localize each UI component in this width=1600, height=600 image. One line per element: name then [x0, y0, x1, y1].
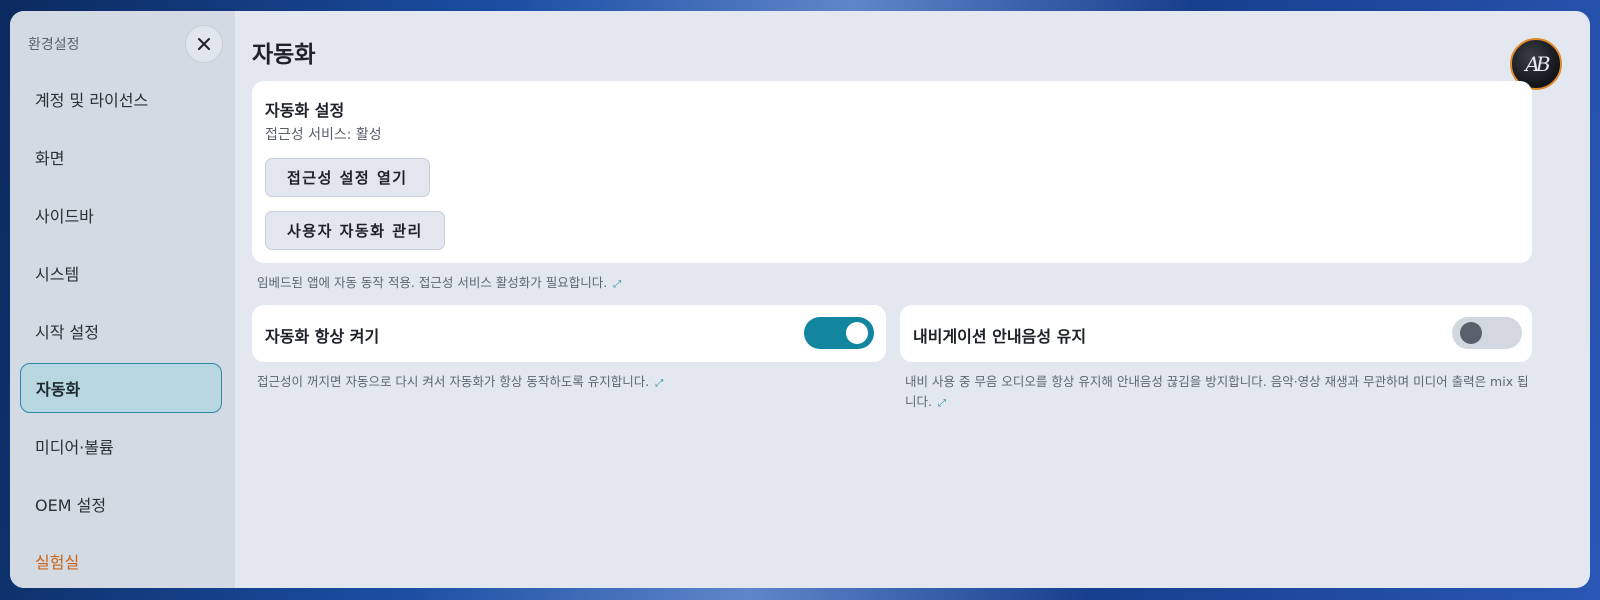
sidebar-item-automation[interactable]: 자동화 [20, 363, 222, 413]
always-on-hint: 접근성이 꺼지면 자동으로 다시 켜서 자동화가 항상 동작하도록 유지합니다.… [257, 372, 877, 394]
automation-settings-card: 자동화 설정 접근성 서비스: 활성 접근성 설정 열기 사용자 자동화 관리 [252, 81, 1532, 263]
always-on-label: 자동화 항상 켜기 [265, 327, 380, 346]
automation-hint: 임베드된 앱에 자동 동작 적용. 접근성 서비스 활성화가 필요합니다. ⤢ [257, 273, 621, 295]
always-on-toggle[interactable] [804, 317, 874, 349]
always-on-hint-text: 접근성이 꺼지면 자동으로 다시 켜서 자동화가 항상 동작하도록 유지합니다. [257, 374, 650, 389]
sidebar-item-account-license[interactable]: 계정 및 라이선스 [20, 74, 222, 124]
sidebar-item-sidebar[interactable]: 사이드바 [20, 190, 222, 240]
link-icon[interactable]: ⤢ [613, 279, 621, 290]
automation-hint-text: 임베드된 앱에 자동 동작 적용. 접근성 서비스 활성화가 필요합니다. [257, 275, 608, 290]
settings-window: 환경설정 계정 및 라이선스 화면 사이드바 시스템 시작 설정 자동화 미디어… [10, 11, 1590, 588]
toggle-knob [846, 322, 868, 344]
nav-voice-toggle[interactable] [1452, 317, 1522, 349]
sidebar-item-oem[interactable]: OEM 설정 [20, 479, 222, 529]
nav-voice-hint: 내비 사용 중 무음 오디오를 항상 유지해 안내음성 끊김을 방지합니다. 음… [905, 372, 1530, 414]
nav-voice-label: 내비게이션 안내음성 유지 [913, 327, 1087, 346]
always-on-card: 자동화 항상 켜기 [252, 305, 886, 362]
close-button[interactable] [185, 25, 223, 63]
page-title: 자동화 [252, 42, 316, 68]
nav-voice-hint-text: 내비 사용 중 무음 오디오를 항상 유지해 안내음성 끊김을 방지합니다. 음… [905, 374, 1529, 409]
sidebar-title: 환경설정 [28, 37, 80, 53]
sidebar-item-system[interactable]: 시스템 [20, 248, 222, 298]
toggle-knob [1460, 322, 1482, 344]
sidebar-item-startup[interactable]: 시작 설정 [20, 306, 222, 356]
sidebar-item-display[interactable]: 화면 [20, 132, 222, 182]
manage-user-automation-button[interactable]: 사용자 자동화 관리 [265, 211, 445, 250]
close-icon [198, 38, 210, 50]
link-icon[interactable]: ⤢ [938, 398, 946, 409]
open-accessibility-settings-button[interactable]: 접근성 설정 열기 [265, 158, 430, 197]
automation-settings-title: 자동화 설정 [265, 101, 345, 120]
accessibility-status: 접근성 서비스: 활성 [265, 127, 382, 143]
main-content: 자동화 AB 자동화 설정 접근성 서비스: 활성 접근성 설정 열기 사용자 … [235, 11, 1590, 588]
link-icon[interactable]: ⤢ [655, 378, 663, 389]
sidebar: 환경설정 계정 및 라이선스 화면 사이드바 시스템 시작 설정 자동화 미디어… [10, 11, 235, 588]
sidebar-item-lab[interactable]: 실험실 [20, 536, 222, 586]
nav-voice-card: 내비게이션 안내음성 유지 [900, 305, 1532, 362]
sidebar-item-media-volume[interactable]: 미디어·볼륨 [20, 421, 222, 471]
